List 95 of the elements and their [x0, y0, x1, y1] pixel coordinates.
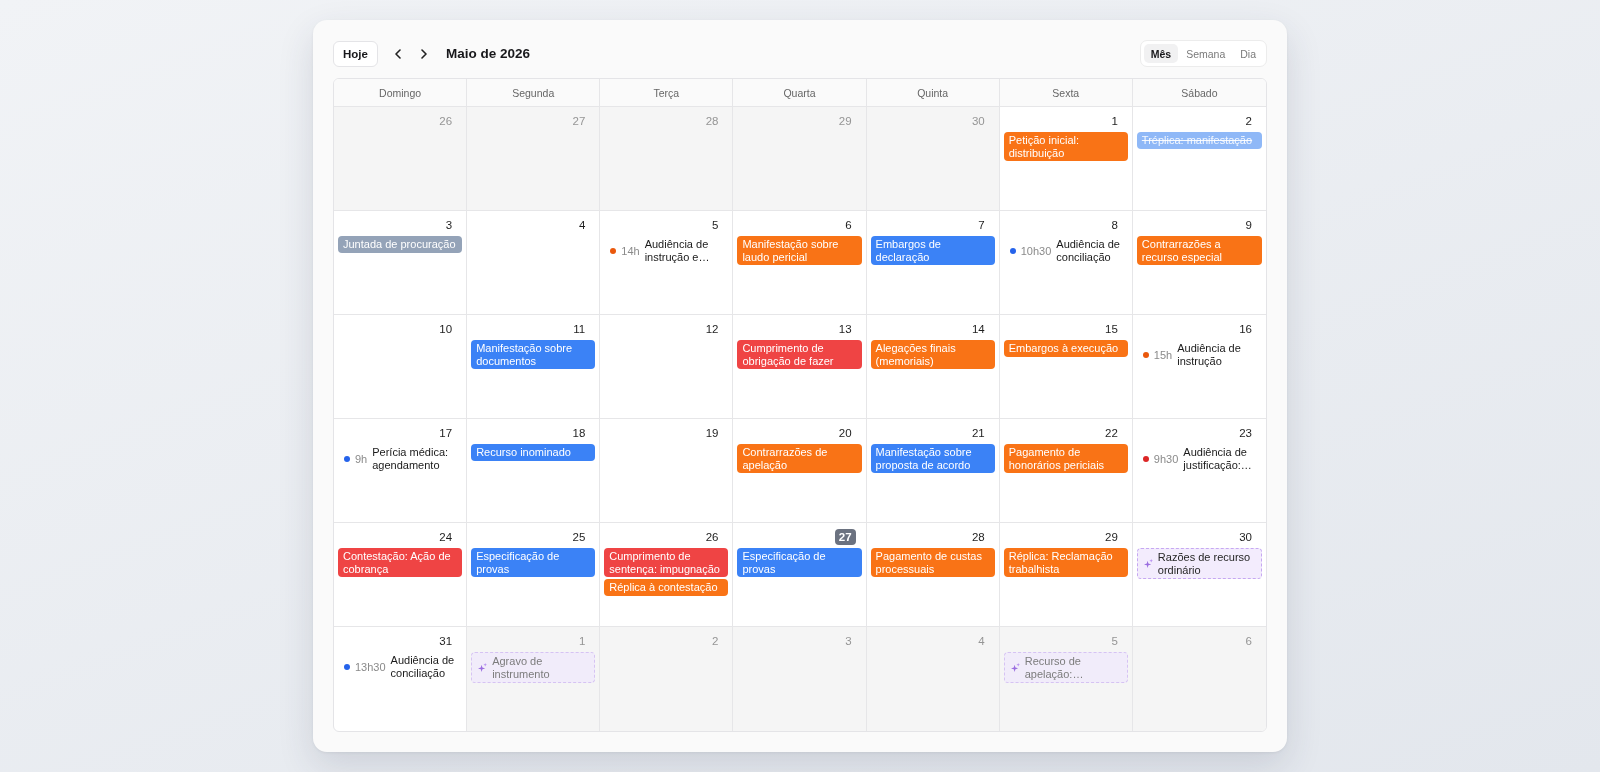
day-number: 26 — [704, 530, 720, 545]
event-chip[interactable]: Contrarrazões a recurso especial — [1136, 236, 1262, 265]
day-number: 21 — [970, 426, 986, 441]
day-number: 1 — [577, 634, 587, 649]
weekday-header: Terça — [600, 79, 734, 107]
event-chip[interactable]: Embargos de declaração — [870, 236, 995, 265]
weekday-header: Quinta — [866, 79, 1000, 107]
weekday-header: Sexta — [999, 79, 1133, 107]
day-number: 28 — [970, 530, 986, 545]
day-number: 18 — [571, 426, 587, 441]
day-number: 30 — [1238, 530, 1253, 545]
weekday-header: Quarta — [733, 79, 867, 107]
day-number: 29 — [837, 114, 853, 129]
day-number: 2 — [711, 634, 720, 649]
sparkle-icon — [478, 663, 488, 672]
day-number: 12 — [704, 322, 720, 337]
event-chip[interactable]: Especificação de provas — [737, 548, 862, 577]
day-number: 26 — [438, 114, 454, 129]
view-tab[interactable]: Dia — [1233, 44, 1263, 63]
day-number: 10 — [438, 322, 454, 337]
event-chip[interactable]: Juntada de procuração — [338, 236, 463, 253]
event-chip[interactable]: Contrarrazões de apelação — [737, 444, 862, 473]
event-time: 15h — [1153, 348, 1173, 361]
day-number: 19 — [704, 426, 720, 441]
day-number: 3 — [444, 218, 454, 233]
view-tab[interactable]: Mês — [1143, 44, 1179, 63]
event-chip[interactable]: Pagamento de honorários periciais — [1003, 444, 1128, 473]
event-chip[interactable]: Pagamento de custas processuais — [870, 548, 995, 577]
event-time: 9h — [355, 452, 368, 465]
day-number: 23 — [1238, 426, 1253, 441]
event-chip[interactable]: Tréplica: manifestação — [1136, 132, 1262, 149]
sparkle-icon — [1143, 559, 1153, 568]
day-number: 7 — [977, 218, 986, 233]
event-chip[interactable]: Manifestação sobre laudo pericial — [737, 236, 862, 265]
event-title[interactable]: Perícia médica: agendamento — [372, 446, 461, 471]
today-button[interactable]: Hoje — [333, 40, 378, 67]
day-number: 1 — [1110, 114, 1119, 129]
day-number: 6 — [1244, 634, 1253, 649]
draft-event[interactable]: Agravo de instrumento — [471, 652, 596, 683]
event-chip[interactable]: Embargos à execução — [1003, 340, 1128, 357]
day-number: 11 — [572, 322, 587, 337]
event-title[interactable]: Audiência de conciliação — [1056, 238, 1126, 263]
day-number: 25 — [571, 530, 587, 545]
month-title: Maio de 2026 — [445, 46, 530, 61]
event-chip[interactable]: Cumprimento de obrigação de fazer — [737, 340, 862, 369]
draft-event[interactable]: Recurso de apelação:… — [1003, 652, 1128, 683]
weekday-header: Sábado — [1132, 79, 1266, 107]
day-number: 24 — [438, 530, 454, 545]
event-chip[interactable]: Réplica à contestação — [604, 579, 729, 596]
event-chip[interactable]: Especificação de provas — [471, 548, 596, 577]
event-chip[interactable]: Cumprimento de sentença: impugnação — [604, 548, 729, 577]
event-title[interactable]: Audiência de instrução — [1177, 342, 1260, 367]
day-number: 22 — [1104, 426, 1119, 441]
event-chip[interactable]: Manifestação sobre documentos — [471, 340, 596, 369]
event-title[interactable]: Audiência de conciliação — [390, 654, 461, 679]
day-number: 5 — [711, 218, 720, 233]
day-number: 4 — [977, 634, 986, 649]
event-chip[interactable]: Alegações finais (memoriais) — [870, 340, 995, 369]
chevron-right-icon — [420, 48, 427, 59]
event-time: 14h — [621, 244, 640, 257]
day-number: 3 — [844, 634, 853, 649]
day-number: 31 — [438, 634, 454, 649]
day-number: 8 — [1110, 218, 1119, 233]
event-chip[interactable]: Recurso inominado — [471, 444, 596, 461]
day-number: 14 — [970, 322, 986, 337]
event-time: 10h30 — [1020, 244, 1052, 257]
day-number: 28 — [704, 114, 720, 129]
day-number: 6 — [844, 218, 853, 233]
day-number: 27 — [834, 529, 856, 545]
day-number: 2 — [1244, 114, 1253, 129]
event-time: 9h30 — [1153, 452, 1179, 465]
weekday-header: Domingo — [334, 79, 468, 107]
event-time: 13h30 — [355, 660, 386, 673]
weekday-header: Segunda — [467, 79, 601, 107]
day-number: 16 — [1238, 322, 1253, 337]
day-number: 30 — [970, 114, 986, 129]
day-number: 5 — [1110, 634, 1119, 649]
draft-event[interactable]: Razões de recurso ordinário — [1136, 548, 1262, 579]
event-chip[interactable]: Manifestação sobre proposta de acordo — [870, 444, 995, 473]
day-number: 20 — [837, 426, 853, 441]
sparkle-icon — [1010, 663, 1020, 672]
event-chip[interactable]: Petição inicial: distribuição — [1003, 132, 1128, 161]
day-number: 27 — [571, 114, 587, 129]
event-title[interactable]: Audiência de justificação:… — [1183, 446, 1260, 471]
event-chip[interactable]: Contestação: Ação de cobrança — [338, 548, 463, 577]
day-number: 29 — [1104, 530, 1119, 545]
day-number: 9 — [1244, 218, 1253, 233]
day-number: 15 — [1104, 322, 1119, 337]
chevron-left-icon — [394, 48, 401, 59]
day-number: 17 — [438, 426, 454, 441]
event-title[interactable]: Audiência de instrução e… — [644, 238, 727, 263]
day-number: 13 — [837, 322, 853, 337]
event-chip[interactable]: Réplica: Reclamação trabalhista — [1003, 548, 1128, 577]
view-tab[interactable]: Semana — [1179, 44, 1233, 63]
day-number: 4 — [577, 218, 587, 233]
